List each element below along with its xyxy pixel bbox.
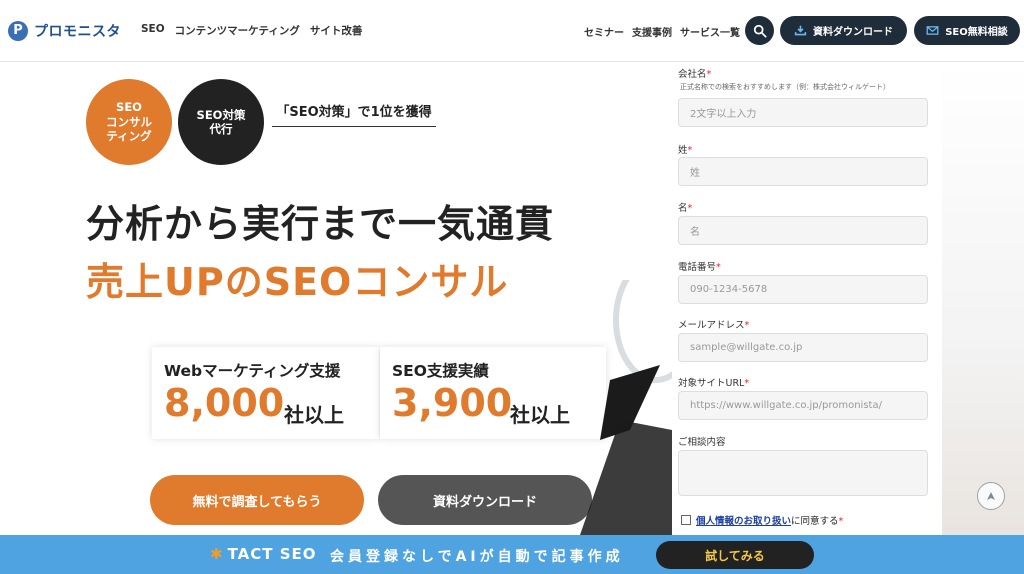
mail-icon	[926, 26, 939, 35]
hand-photo	[942, 63, 1024, 535]
tact-seo-banner[interactable]: ✱ TACT SEO 会員登録なしでAIが自動で記事作成 試してみる	[0, 535, 1024, 574]
site-header: P プロモニスタ SEO コンテンツマーケティング サイト改善 セミナー 支援事…	[0, 0, 1024, 62]
last-name-label-text: 姓	[678, 145, 688, 156]
hero-headline-line1: 分析から実行まで一気通貫	[86, 202, 555, 246]
stat-label: SEO支援実績	[392, 362, 489, 380]
first-name-label: 名*	[678, 200, 692, 214]
required-mark: *	[716, 262, 721, 273]
hero-headline-line2: 売上UPのSEOコンサル	[86, 260, 509, 304]
required-mark: *	[838, 516, 844, 527]
consult-textarea[interactable]	[678, 450, 928, 496]
nav-item-site-improvement[interactable]: サイト改善	[310, 23, 363, 38]
phone-label-text: 電話番号	[678, 262, 717, 273]
primary-nav: SEO コンテンツマーケティング サイト改善	[141, 23, 362, 38]
required-mark: *	[706, 69, 712, 80]
badge-seo-consulting: SEO コンサル ティング	[86, 79, 172, 165]
required-mark: *	[744, 378, 750, 389]
first-name-input[interactable]: 名	[678, 216, 928, 245]
last-name-label: 姓*	[678, 142, 692, 156]
banner-text: 会員登録なしでAIが自動で記事作成	[330, 549, 624, 565]
privacy-suffix: に同意する	[791, 516, 839, 527]
nav-item-seminar[interactable]: セミナー	[584, 24, 624, 39]
first-name-label-text: 名	[678, 203, 688, 214]
arrow-up-icon	[987, 492, 995, 500]
scroll-top-button[interactable]	[977, 482, 1005, 510]
tact-seo-logo-text: TACT SEO	[227, 545, 317, 563]
phone-input[interactable]: 090-1234-5678	[678, 275, 928, 304]
nav-item-content-marketing[interactable]: コンテンツマーケティング	[175, 23, 300, 38]
search-icon	[753, 24, 767, 38]
download-icon	[794, 25, 807, 36]
stat-suffix: 社以上	[284, 403, 344, 427]
nav-item-case-studies[interactable]: 支援事例	[632, 24, 672, 39]
consult-label: ご相談内容	[678, 437, 726, 448]
stat-card-web-marketing: Webマーケティング支援 8,000 社以上	[152, 347, 379, 439]
header-download-button[interactable]: 資料ダウンロード	[780, 16, 907, 45]
required-mark: *	[687, 203, 693, 214]
company-label: 会社名*	[678, 66, 711, 80]
stat-value: 3,900	[392, 381, 513, 425]
logo-icon: P	[8, 20, 28, 41]
company-hint: 正式名称での検索をおすすめします（例：株式会社ウィルゲート）	[680, 83, 890, 91]
tact-seo-logo: ✱ TACT SEO	[210, 545, 317, 563]
stat-label: Webマーケティング支援	[164, 362, 341, 380]
free-survey-button[interactable]: 無料で調査してもらう	[150, 475, 364, 525]
site-url-input[interactable]: https://www.willgate.co.jp/promonista/	[678, 391, 928, 420]
nav-item-seo[interactable]: SEO	[141, 23, 165, 38]
secondary-nav: セミナー 支援事例 サービス一覧	[584, 24, 740, 39]
logo-text: プロモニスタ	[34, 23, 121, 40]
search-button[interactable]	[745, 16, 774, 45]
header-download-label: 資料ダウンロード	[813, 27, 893, 38]
privacy-policy-link[interactable]: 個人情報のお取り扱い	[696, 516, 791, 527]
phone-label: 電話番号*	[678, 259, 721, 273]
stat-value: 8,000	[164, 381, 285, 425]
required-mark: *	[744, 320, 750, 331]
email-input[interactable]: sample@willgate.co.jp	[678, 333, 928, 362]
last-name-input[interactable]: 姓	[678, 157, 928, 186]
badge-seo-consulting-text: SEO コンサル ティング	[106, 100, 152, 144]
privacy-agreement: 個人情報のお取り扱いに同意する*	[696, 513, 843, 527]
header-consult-label: SEO無料相談	[945, 27, 1008, 38]
badge-seo-agency: SEO対策 代行	[178, 79, 264, 165]
magnifier-photo	[580, 280, 680, 535]
company-input[interactable]: 2文字以上入力	[678, 98, 928, 127]
site-url-label-text: 対象サイトURL	[678, 378, 745, 389]
privacy-checkbox[interactable]	[681, 515, 691, 525]
email-label: メールアドレス*	[678, 317, 749, 331]
try-it-button[interactable]: 試してみる	[656, 541, 814, 569]
email-label-text: メールアドレス	[678, 320, 745, 331]
nav-item-services[interactable]: サービス一覧	[680, 24, 740, 39]
star-icon: ✱	[210, 545, 224, 563]
contact-form: 会社名* 正式名称での検索をおすすめします（例：株式会社ウィルゲート） 2文字以…	[672, 63, 942, 535]
hero-tagline: 「SEO対策」で1位を獲得	[272, 101, 436, 127]
logo[interactable]: P プロモニスタ	[8, 20, 121, 41]
badge-seo-agency-text: SEO対策 代行	[196, 107, 246, 136]
header-consult-button[interactable]: SEO無料相談	[914, 16, 1020, 45]
required-mark: *	[687, 145, 693, 156]
site-url-label: 対象サイトURL*	[678, 375, 749, 389]
company-label-text: 会社名	[678, 69, 707, 80]
